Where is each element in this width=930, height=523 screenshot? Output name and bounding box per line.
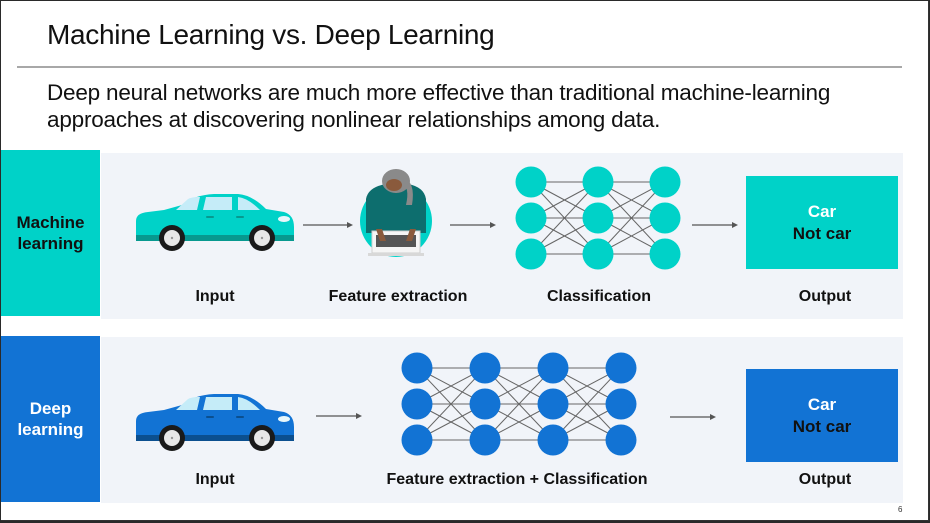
wheel-center (260, 236, 264, 240)
machine-learning-label-text: Machine learning (16, 213, 85, 253)
network-node (582, 238, 614, 270)
car-window-middle (203, 197, 232, 210)
slide-title: Machine Learning vs. Deep Learning (47, 19, 495, 50)
door-handle (236, 216, 244, 218)
car-window-middle (203, 397, 232, 410)
car-window-rear (176, 197, 200, 210)
neural-network-icon (401, 352, 637, 456)
person-at-laptop-icon (360, 169, 432, 257)
arrow-icon (692, 222, 738, 228)
arrow-icon (316, 413, 362, 419)
network-node (605, 352, 637, 384)
dl-output-box: Car Not car (746, 369, 898, 462)
network-node (401, 352, 433, 384)
ml-output-not-car: Not car (792, 223, 852, 243)
arrow-icon (303, 222, 353, 228)
ml-input-caption: Input (195, 288, 235, 305)
ml-classification-caption: Classification (546, 288, 652, 305)
wheel-center (170, 436, 174, 440)
network-node (537, 424, 569, 456)
network-node (515, 238, 547, 270)
network-node (469, 424, 501, 456)
network-node (401, 388, 433, 420)
page-number: 6 (898, 505, 903, 514)
network-node (401, 424, 433, 456)
ml-feature-caption: Feature extraction (328, 288, 468, 305)
network-node (649, 238, 681, 270)
arrow-icon (450, 222, 496, 228)
network-node (605, 424, 637, 456)
deep-learning-label-text: Deep learning (17, 399, 84, 439)
network-node (469, 388, 501, 420)
dl-combined-caption: Feature extraction + Classification (386, 471, 648, 488)
dl-input-caption: Input (195, 471, 235, 488)
ml-output-car: Car (807, 201, 837, 221)
dl-output-caption: Output (798, 471, 852, 488)
wheel-center (260, 436, 264, 440)
car-window-rear (176, 397, 200, 410)
machine-learning-label: Machine learning (1, 150, 100, 316)
title-divider (17, 66, 902, 68)
ml-output-box: Car Not car (746, 176, 898, 269)
door-handle (236, 416, 244, 418)
network-node (469, 352, 501, 384)
network-node (649, 202, 681, 234)
network-node (649, 166, 681, 198)
wheel-center (170, 236, 174, 240)
door-handle (206, 416, 214, 418)
network-node (582, 166, 614, 198)
network-node (515, 166, 547, 198)
neural-network-icon (515, 166, 681, 270)
deep-learning-label: Deep learning (1, 336, 100, 502)
laptop-base (368, 253, 424, 256)
car-icon (136, 194, 294, 251)
car-icon (136, 394, 294, 451)
network-node (515, 202, 547, 234)
person-face (386, 179, 402, 191)
network-node (605, 388, 637, 420)
network-node (537, 352, 569, 384)
ml-output-caption: Output (798, 288, 852, 305)
door-handle (206, 216, 214, 218)
arrow-icon (670, 414, 716, 420)
headlight (278, 416, 290, 422)
headlight (278, 216, 290, 222)
network-node (582, 202, 614, 234)
dl-output-not-car: Not car (792, 416, 852, 436)
network-node (537, 388, 569, 420)
slide: Machine Learning vs. Deep Learning Deep … (1, 1, 929, 521)
dl-output-car: Car (807, 394, 837, 414)
slide-subtitle: Deep neural networks are much more effec… (47, 80, 831, 132)
